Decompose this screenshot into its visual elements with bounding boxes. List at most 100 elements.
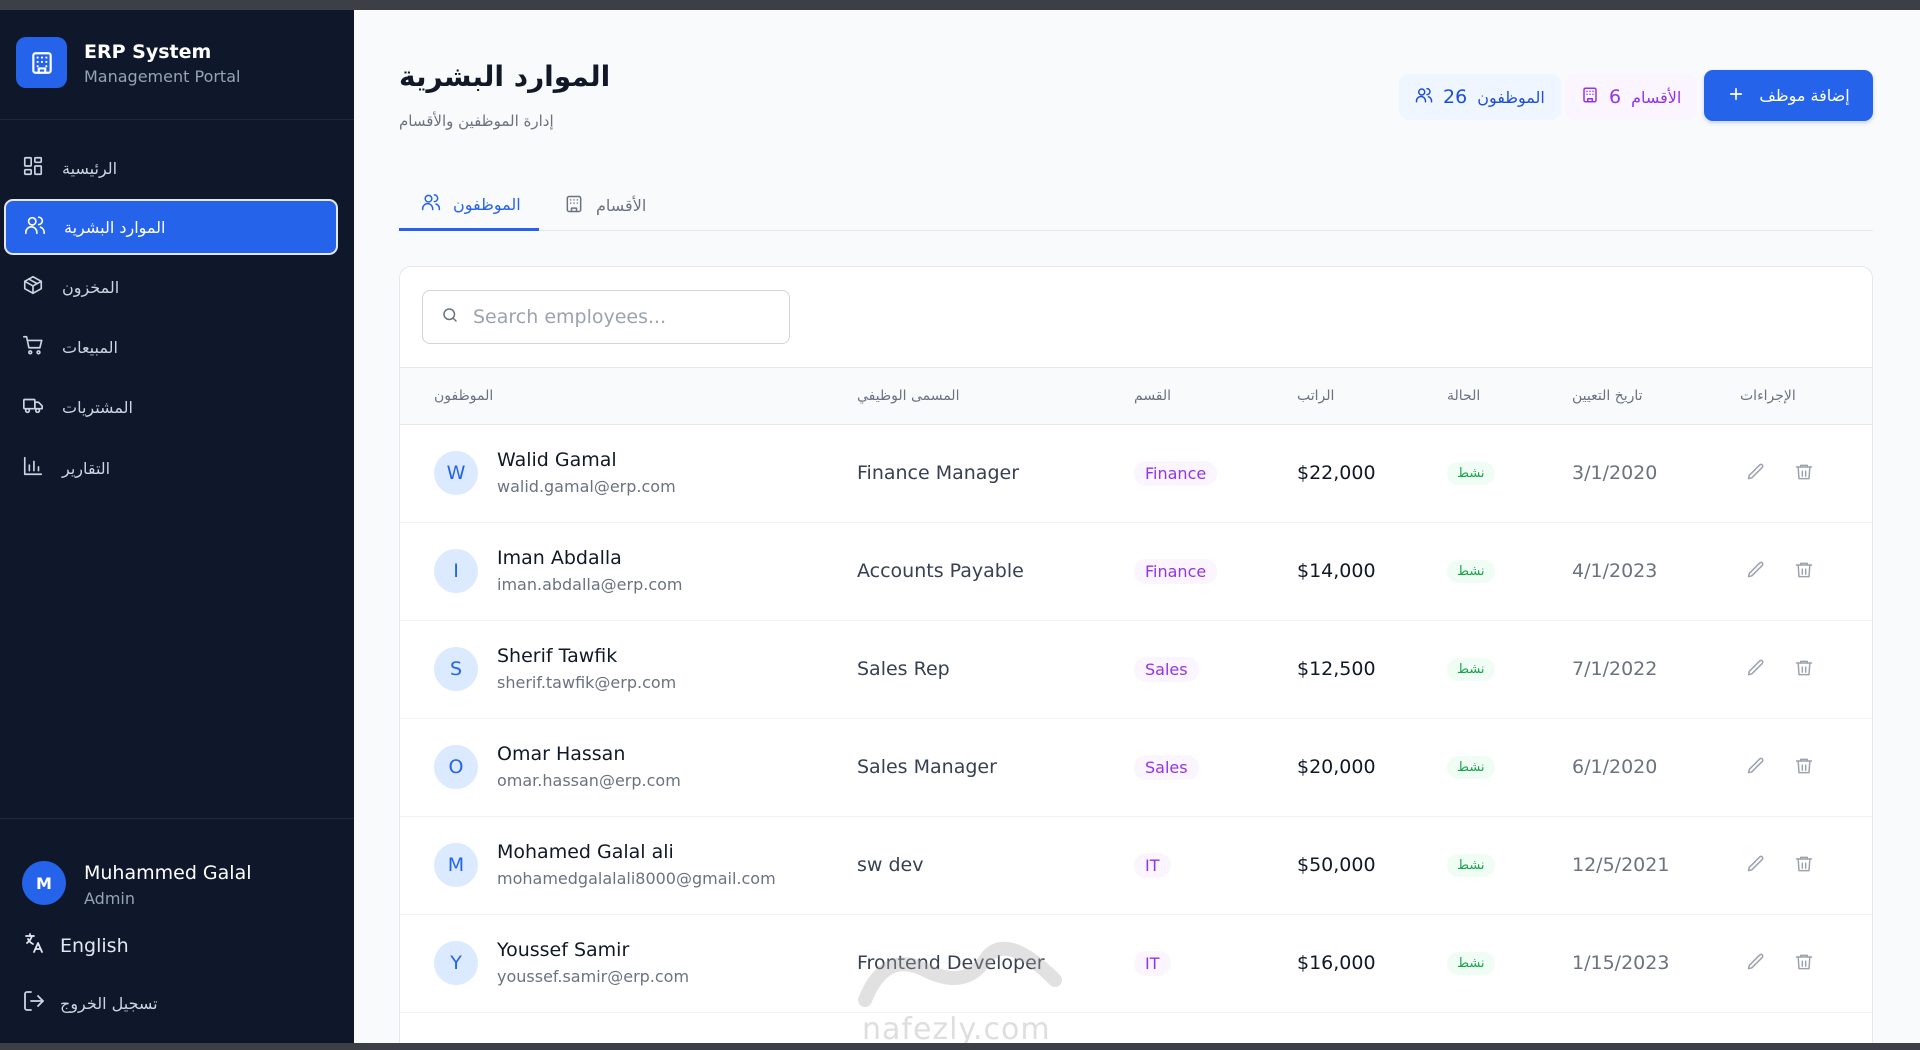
employee-email: walid.gamal@erp.com (497, 477, 676, 496)
hire-date: 6/1/2020 (1572, 756, 1658, 778)
employee-position: Sales Rep (857, 658, 950, 680)
employees-card: الموظفون المسمى الوظيفي القسم الراتب الح… (399, 266, 1873, 1043)
employee-name: Youssef Samir (497, 939, 630, 961)
employee-position: Sales Manager (857, 756, 997, 778)
cart-icon (22, 334, 44, 360)
sidebar-item-inventory[interactable]: المخزون (4, 259, 338, 315)
dashboard-icon (22, 155, 44, 181)
sidebar-item-label: التقارير (62, 458, 111, 478)
edit-icon[interactable] (1746, 658, 1766, 682)
employee-salary: $20,000 (1297, 756, 1376, 778)
tab-bar: الموظفون الأقسام (399, 180, 1873, 231)
tab-departments[interactable]: الأقسام (542, 180, 668, 231)
sidebar-item-label: المشتريات (62, 397, 133, 417)
logout-label: تسجيل الخروج (60, 993, 158, 1013)
users-icon (24, 214, 46, 240)
column-header-position: المسمى الوظيفي (857, 388, 960, 404)
tab-label: الموظفون (453, 194, 521, 214)
column-header-actions: الإجراءات (1740, 388, 1796, 404)
edit-icon[interactable] (1746, 952, 1766, 976)
language-toggle[interactable]: English (22, 931, 129, 960)
status-badge: نشط (1447, 462, 1495, 485)
building-icon (1581, 86, 1599, 108)
hire-date: 7/1/2022 (1572, 658, 1658, 680)
sidebar-item-label: الرئيسية (62, 158, 118, 178)
sidebar-item-reports[interactable]: التقارير (4, 440, 338, 496)
status-badge: نشط (1447, 854, 1495, 877)
status-badge: نشط (1447, 756, 1495, 779)
departments-count-badge: 6 الأقسام (1565, 74, 1698, 120)
trash-icon[interactable] (1794, 658, 1814, 682)
column-header-department: القسم (1134, 388, 1172, 404)
user-panel: M Muhammed Galal Admin English تسجيل الخ… (0, 818, 354, 1043)
hire-date: 1/15/2023 (1572, 952, 1670, 974)
logout-icon (22, 989, 46, 1017)
trash-icon[interactable] (1794, 854, 1814, 878)
edit-icon[interactable] (1746, 756, 1766, 780)
employee-salary: $14,000 (1297, 560, 1376, 582)
departments-label: الأقسام (1631, 87, 1682, 107)
employee-avatar: Y (434, 941, 478, 985)
sidebar-item-sales[interactable]: المبيعات (4, 319, 338, 375)
table-header: الموظفون المسمى الوظيفي القسم الراتب الح… (400, 367, 1872, 425)
employee-email: mohamedgalalali8000@gmail.com (497, 869, 776, 888)
sidebar-item-label: المخزون (62, 277, 120, 297)
edit-icon[interactable] (1746, 854, 1766, 878)
user-name: Muhammed Galal (84, 862, 252, 884)
bar-chart-icon (22, 455, 44, 481)
search-input[interactable] (473, 306, 773, 328)
hire-date: 4/1/2023 (1572, 560, 1658, 582)
page-subtitle: إدارة الموظفين والأقسام (399, 112, 554, 130)
sidebar-item-label: المبيعات (62, 337, 118, 357)
table-row: O Omar Hassan omar.hassan@erp.com Sales … (400, 719, 1872, 817)
department-badge: IT (1134, 853, 1171, 878)
watermark-text: nafezly.com (862, 1012, 1051, 1047)
department-badge: Sales (1134, 755, 1199, 780)
employee-email: youssef.samir@erp.com (497, 967, 690, 986)
users-icon (1415, 86, 1433, 108)
sidebar-item-purchases[interactable]: المشتريات (4, 379, 338, 435)
trash-icon[interactable] (1794, 560, 1814, 584)
employee-salary: $50,000 (1297, 854, 1376, 876)
department-badge: Finance (1134, 461, 1218, 486)
logout-button[interactable]: تسجيل الخروج (22, 989, 158, 1017)
employees-count-badge: 26 الموظفون (1399, 74, 1561, 120)
status-badge: نشط (1447, 560, 1495, 583)
trash-icon[interactable] (1794, 462, 1814, 486)
search-box[interactable] (422, 290, 790, 344)
trash-icon[interactable] (1794, 952, 1814, 976)
employee-position: Finance Manager (857, 462, 1020, 484)
search-icon (441, 306, 459, 328)
employee-name: Sherif Tawfik (497, 645, 618, 667)
department-badge: Sales (1134, 657, 1199, 682)
employee-avatar: I (434, 549, 478, 593)
plus-icon (1727, 85, 1745, 107)
column-header-status: الحالة (1447, 388, 1481, 404)
employee-email: omar.hassan@erp.com (497, 771, 681, 790)
department-badge: Finance (1134, 559, 1218, 584)
trash-icon[interactable] (1794, 756, 1814, 780)
employee-name: Omar Hassan (497, 743, 626, 765)
page-title: الموارد البشرية (399, 60, 611, 93)
employee-salary: $22,000 (1297, 462, 1376, 484)
sidebar-item-home[interactable]: الرئيسية (4, 140, 338, 196)
sidebar-item-label: الموارد البشرية (64, 217, 166, 237)
window-bottom-bar (0, 1043, 1920, 1050)
sidebar-item-hr[interactable]: الموارد البشرية (4, 199, 338, 255)
tab-employees[interactable]: الموظفون (399, 180, 539, 231)
column-header-employee: الموظفون (434, 388, 494, 404)
edit-icon[interactable] (1746, 462, 1766, 486)
brand-subtitle: Management Portal (84, 67, 241, 86)
employee-avatar: M (434, 843, 478, 887)
employee-avatar: W (434, 451, 478, 495)
employee-position: Accounts Payable (857, 560, 1024, 582)
employees-count: 26 (1443, 86, 1468, 108)
hire-date: 12/5/2021 (1572, 854, 1670, 876)
add-employee-button[interactable]: إضافة موظف (1704, 70, 1873, 121)
employee-position: Frontend Developer (857, 952, 1045, 974)
window-top-bar (0, 0, 1920, 10)
column-header-salary: الراتب (1297, 388, 1335, 404)
users-icon (421, 192, 441, 216)
employee-avatar: O (434, 745, 478, 789)
edit-icon[interactable] (1746, 560, 1766, 584)
